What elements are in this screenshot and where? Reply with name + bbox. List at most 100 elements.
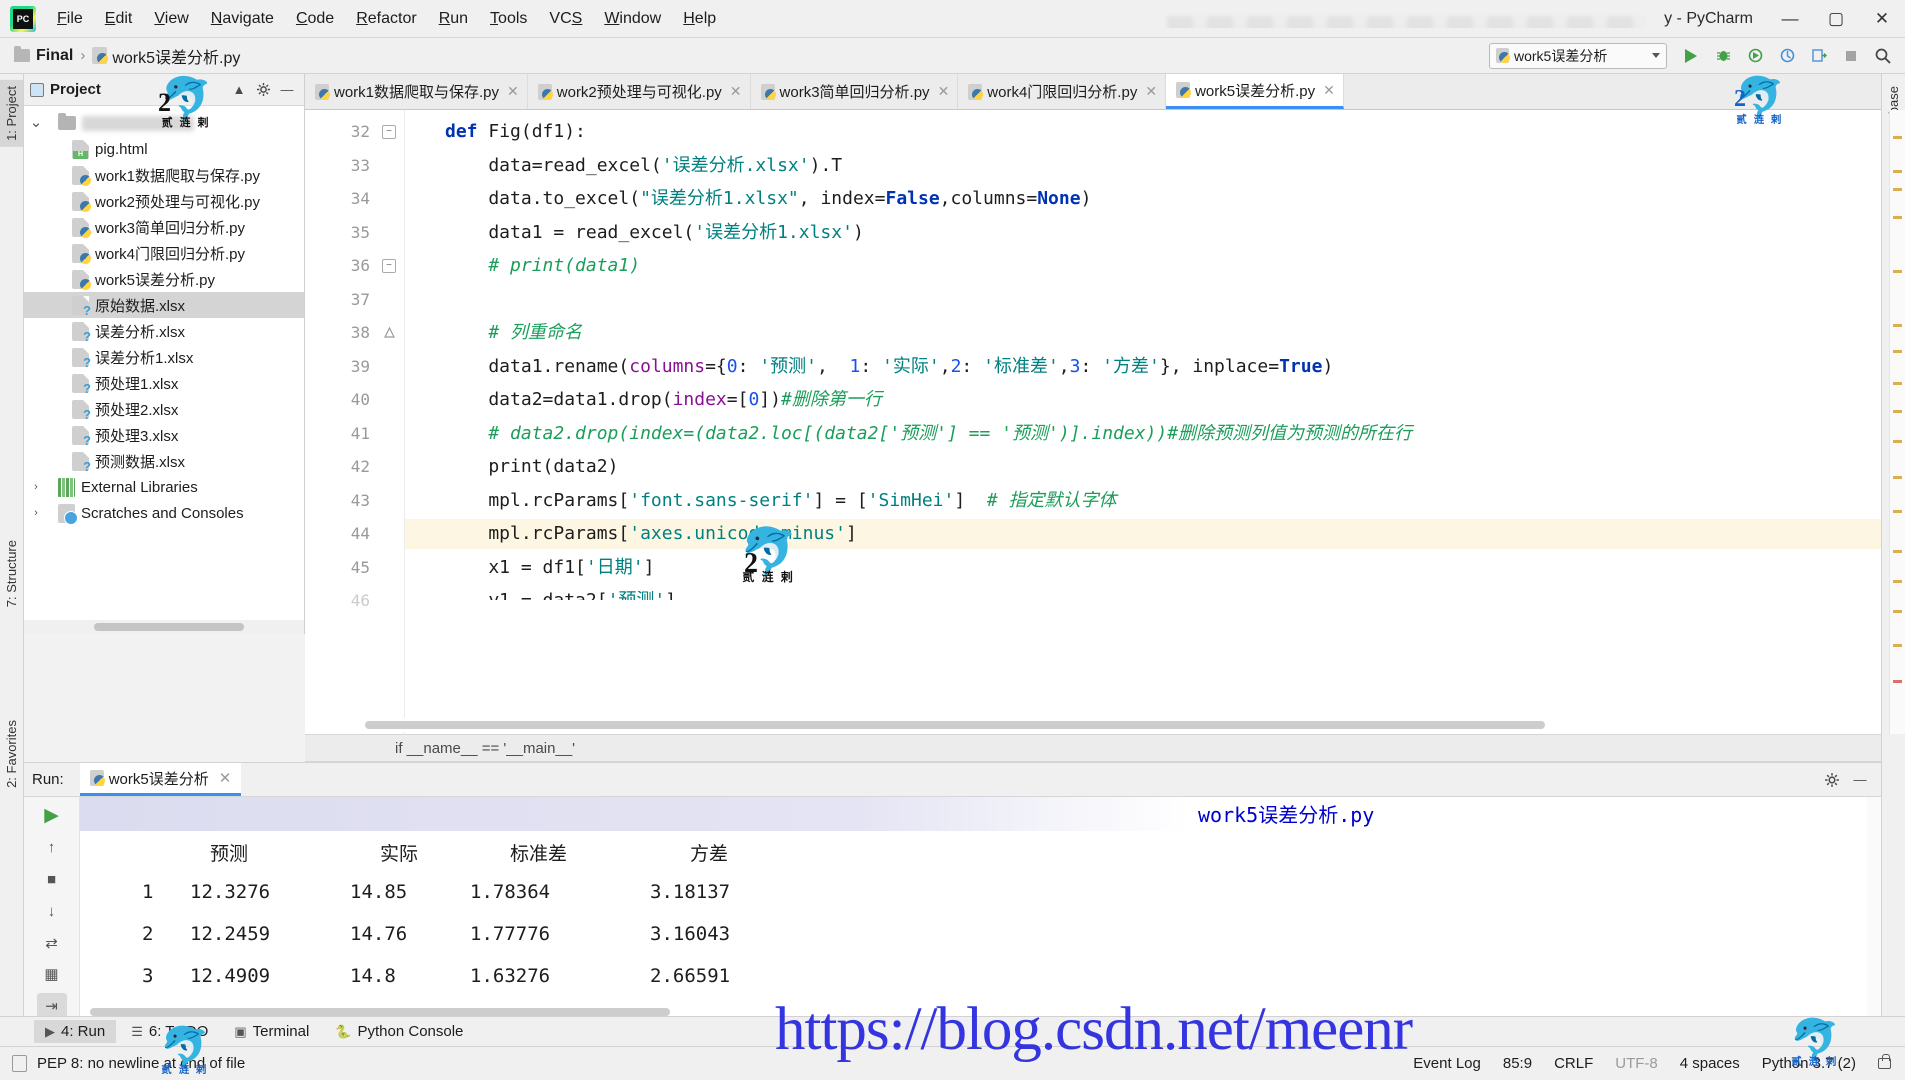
stop-icon[interactable]: ■ [37,866,67,892]
tool-tab-structure[interactable]: 7: Structure [0,534,23,613]
chevron-right-icon[interactable]: › [28,481,44,493]
code-line[interactable]: data2=data1.drop(index=[0])#删除第一行 [445,390,881,410]
tool-window-run[interactable]: ▶ 4: Run [34,1020,117,1043]
menu-edit[interactable]: Edit [94,7,144,31]
settings-gear-icon[interactable] [1821,769,1843,791]
close-tab-icon[interactable]: ✕ [938,83,950,100]
soft-wrap-icon[interactable]: ⇄ [37,930,67,956]
hide-panel-icon[interactable]: — [1849,769,1871,791]
code-text-area[interactable]: def Fig(df1): data=read_excel('误差分析.xlsx… [405,110,1881,734]
code-line[interactable]: data.to_excel("误差分析1.xlsx", index=False,… [445,189,1091,209]
caret-position[interactable]: 85:9 [1503,1055,1532,1072]
close-tab-icon[interactable]: ✕ [1323,82,1335,99]
file-encoding[interactable]: UTF-8 [1615,1055,1658,1072]
menu-window[interactable]: Window [593,7,672,31]
scrollbar-thumb[interactable] [90,1008,670,1016]
profile-button[interactable] [1772,43,1802,69]
menu-vcs[interactable]: VCS [538,7,593,31]
run-configuration-selector[interactable]: work5误差分析 [1489,42,1667,69]
collapse-all-icon[interactable]: ▲ [228,79,250,101]
project-panel-hscrollbar[interactable] [24,620,305,634]
line-separator[interactable]: CRLF [1554,1055,1593,1072]
code-line[interactable]: y1 = data2['预测'] [445,591,676,600]
menu-view[interactable]: View [143,7,199,31]
run-tab-work5[interactable]: work5误差分析 ✕ [79,763,242,796]
breadcrumb-file[interactable]: work5误差分析.py [112,44,240,68]
scroll-up-icon[interactable]: ↑ [37,835,67,861]
console-output-path[interactable]: work5误差分析.py [1198,799,1374,828]
editor-tab[interactable]: work4门限回归分析.py ✕ [958,74,1167,109]
tool-tab-favorites[interactable]: 2: Favorites [0,714,23,794]
tree-item[interactable]: work4门限回归分析.py [24,240,304,266]
code-line[interactable]: # print(data1) [445,256,640,276]
fold-region-icon[interactable] [382,326,396,340]
maximize-button[interactable]: ▢ [1813,0,1859,38]
tree-item[interactable]: › Scratches and Consoles [24,500,304,526]
code-line[interactable]: data1.rename(columns={0: '预测', 1: '实际',2… [445,356,1333,377]
tree-item[interactable]: 误差分析1.xlsx [24,344,304,370]
code-line[interactable]: # data2.drop(index=(data2.loc[(data2['预测… [445,423,1412,444]
console-vscrollbar[interactable] [1867,797,1881,1019]
menu-refactor[interactable]: Refactor [345,7,427,31]
menu-code[interactable]: Code [285,7,345,31]
fold-collapse-icon[interactable]: − [382,259,396,273]
minimize-button[interactable]: — [1767,0,1813,38]
code-line[interactable]: # 列重命名 [445,323,582,343]
chevron-right-icon[interactable]: › [28,507,44,519]
tree-item[interactable]: 误差分析.xlsx [24,318,304,344]
editor-error-stripe[interactable] [1889,110,1905,734]
run-console-output[interactable]: work5误差分析.py 预测 实际 标准差 方差 1 12.3276 14.85 1.783… [80,797,1867,1019]
editor-tab[interactable]: work5误差分析.py ✕ [1166,74,1344,109]
close-tab-icon[interactable]: ✕ [507,83,519,100]
editor-tab[interactable]: work1数据爬取与保存.py ✕ [305,74,528,109]
settings-gear-icon[interactable] [252,79,274,101]
close-button[interactable]: ✕ [1859,0,1905,38]
fold-collapse-icon[interactable]: − [382,125,396,139]
print-icon[interactable]: ▦ [37,962,67,988]
tree-item[interactable]: 预测数据.xlsx [24,448,304,474]
code-line[interactable]: x1 = df1['日期'] [445,557,654,578]
tree-item[interactable]: 预处理2.xlsx [24,396,304,422]
menu-run[interactable]: Run [428,7,479,31]
tree-item[interactable]: work5误差分析.py [24,266,304,292]
tree-item[interactable]: › External Libraries [24,474,304,500]
tree-item[interactable]: 预处理3.xlsx [24,422,304,448]
run-with-coverage-button[interactable] [1740,43,1770,69]
tree-item[interactable]: 预处理1.xlsx [24,370,304,396]
code-line[interactable]: print(data2) [445,457,618,477]
tool-window-todo[interactable]: ☰ 6: TODO [120,1020,219,1043]
menu-file[interactable]: File [46,7,94,31]
editor-gutter[interactable]: 32−33 34 35 36−37 38 39 40 41 42 43 44 45 46 [305,110,405,734]
python-interpreter[interactable]: Python 3.7 (2) [1762,1055,1856,1072]
close-tab-icon[interactable]: ✕ [730,83,742,100]
tree-item[interactable]: work3简单回归分析.py [24,214,304,240]
menu-help[interactable]: Help [672,7,727,31]
code-line[interactable]: mpl.rcParams['font.sans-serif'] = ['SimH… [445,490,1116,511]
debug-button[interactable] [1708,43,1738,69]
editor-tab[interactable]: work3简单回归分析.py ✕ [751,74,959,109]
scrollbar-thumb[interactable] [94,623,244,631]
code-line[interactable]: mpl.rcParams['axes.unicode_minus'] [445,524,856,544]
code-editor[interactable]: 32−33 34 35 36−37 38 39 40 41 42 43 44 45 46 def Fig… [305,110,1881,734]
chevron-down-icon[interactable]: ⌄ [28,115,44,130]
tool-tab-project[interactable]: 1: Project [0,80,23,147]
code-line[interactable]: data1 = read_excel('误差分析1.xlsx') [445,222,863,243]
breadcrumb-project[interactable]: Final [36,47,73,65]
attach-to-process-button[interactable] [1804,43,1834,69]
tool-window-terminal[interactable]: ▣ Terminal [223,1020,320,1043]
code-line[interactable]: def Fig(df1): [445,122,586,142]
lock-icon[interactable] [1878,1054,1891,1069]
hide-panel-icon[interactable]: — [276,79,298,101]
run-button[interactable] [1676,43,1706,69]
event-log-button[interactable]: Event Log [1413,1055,1481,1072]
close-tab-icon[interactable]: ✕ [1145,83,1157,100]
editor-hscrollbar[interactable] [305,718,1881,732]
close-icon[interactable]: ✕ [219,769,232,787]
editor-tab[interactable]: work2预处理与可视化.py ✕ [528,74,751,109]
rerun-icon[interactable]: ▶ [37,803,67,829]
tree-item[interactable]: ⌄ [24,110,304,136]
tree-item[interactable]: pig.html [24,136,304,162]
tree-item[interactable]: work2预处理与可视化.py [24,188,304,214]
scrollbar-thumb[interactable] [365,721,1545,729]
menu-tools[interactable]: Tools [479,7,538,31]
